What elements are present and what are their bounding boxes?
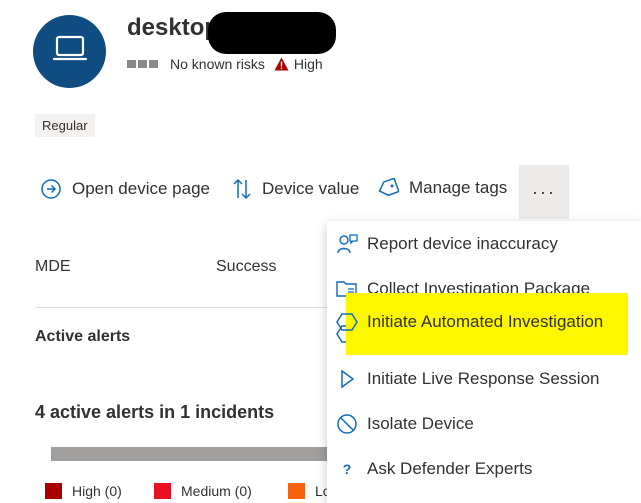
menu-item-ask-defender-experts[interactable]: ? Ask Defender Experts [327,446,641,491]
mde-value: Success [216,258,277,275]
device-value-button[interactable]: Device value [232,178,359,200]
device-name: desktop [127,14,220,41]
laptop-icon [52,35,88,68]
risk-row: No known risks High [127,56,323,72]
alerts-summary: 4 active alerts in 1 incidents [35,402,275,422]
legend-swatch [45,483,62,499]
exposure-level: High [293,56,323,72]
hexagon-icon [336,311,358,333]
open-device-page-label: Open device page [72,179,210,198]
question-icon: ? [342,460,352,477]
redaction [208,12,336,54]
device-value-label: Device value [262,179,360,198]
menu-item-label: Ask Defender Experts [367,458,533,478]
person-feedback-icon [336,233,358,255]
more-actions-menu: Report device inaccuracy Collect Investi… [327,221,641,503]
arrow-circle-right-icon [40,178,62,200]
block-icon [336,413,358,435]
risk-text: No known risks [170,56,265,72]
tag-icon [377,178,399,198]
menu-item-label: Isolate Device [367,413,474,433]
risk-level-icon [127,60,158,68]
menu-item-isolate-device[interactable]: Isolate Device [327,401,641,446]
open-device-page-button[interactable]: Open device page [40,178,210,200]
divider [35,307,335,308]
play-icon [336,368,358,390]
legend-swatch [288,483,305,499]
device-tag: Regular [35,114,95,137]
more-actions-button[interactable]: ··· [519,165,569,219]
device-avatar [33,15,106,88]
legend-item-medium: Medium (0) [154,483,252,499]
legend-item-low: Lo [288,483,331,499]
warning-icon [274,57,289,71]
manage-tags-label: Manage tags [409,178,508,197]
legend-item-high: High (0) [45,483,122,499]
sort-arrows-icon [232,178,252,200]
legend-label: High (0) [72,483,122,499]
active-alerts-heading: Active alerts [35,328,131,345]
mde-label: MDE [35,258,71,275]
manage-tags-button[interactable]: Manage tags [377,178,507,198]
menu-item-initiate-live-response-session[interactable]: Initiate Live Response Session [327,356,641,401]
legend-swatch [154,483,171,499]
legend-label: Medium (0) [181,483,252,499]
menu-item-label: Report device inaccuracy [367,233,558,253]
menu-item-label: Initiate Automated Investigation [367,312,604,331]
menu-item-report-device-inaccuracy[interactable]: Report device inaccuracy [327,221,641,266]
highlighted-menu-item-initiate-automated-investigation[interactable]: Initiate Automated Investigation [336,311,603,333]
alerts-severity-bar [51,447,341,461]
menu-item-label: Initiate Live Response Session [367,368,600,388]
